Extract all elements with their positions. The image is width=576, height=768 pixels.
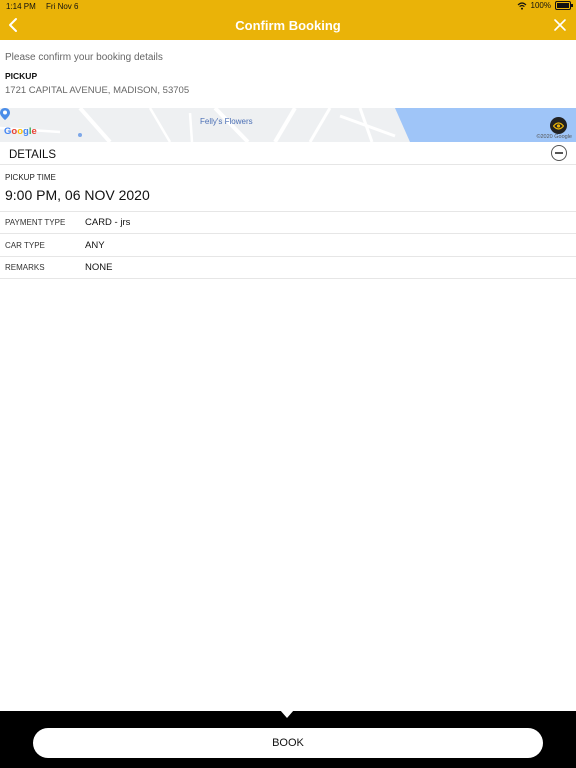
map-view[interactable]: Felly's Flowers Google ©2020 Google bbox=[0, 108, 576, 142]
divider bbox=[0, 256, 576, 257]
book-button[interactable]: BOOK bbox=[33, 728, 543, 758]
intro-text: Please confirm your booking details bbox=[5, 52, 163, 63]
google-logo: Google bbox=[4, 126, 37, 137]
eye-glyph bbox=[553, 121, 564, 130]
footer-notch bbox=[280, 710, 294, 718]
remarks-label: REMARKS bbox=[5, 263, 45, 272]
battery-icon bbox=[555, 1, 573, 10]
payment-type-value: CARD - jrs bbox=[85, 217, 131, 228]
battery-percentage: 100% bbox=[530, 1, 551, 10]
car-type-value: ANY bbox=[85, 240, 105, 251]
status-time: 1:14 PM bbox=[6, 2, 36, 11]
details-header[interactable]: DETAILS bbox=[0, 142, 576, 165]
status-bar: 1:14 PM Fri Nov 6 100% bbox=[0, 0, 576, 12]
remarks-value: NONE bbox=[85, 262, 113, 273]
details-title: DETAILS bbox=[9, 149, 57, 161]
divider bbox=[0, 233, 576, 234]
pickup-label: PICKUP bbox=[5, 71, 38, 81]
divider bbox=[0, 278, 576, 279]
wifi-icon bbox=[517, 1, 526, 10]
eye-icon[interactable] bbox=[550, 117, 567, 134]
status-right: 100% bbox=[517, 1, 573, 10]
header: 1:14 PM Fri Nov 6 100% Confirm Booking bbox=[0, 0, 576, 40]
map-copyright: ©2020 Google bbox=[536, 134, 572, 140]
pickup-time-value: 9:00 PM, 06 NOV 2020 bbox=[5, 187, 150, 203]
pickup-time-label: PICKUP TIME bbox=[5, 173, 56, 182]
status-left: 1:14 PM Fri Nov 6 bbox=[6, 2, 86, 11]
map-graphics bbox=[0, 108, 576, 142]
divider bbox=[0, 211, 576, 212]
payment-type-label: PAYMENT TYPE bbox=[5, 218, 66, 227]
pickup-address: 1721 CAPITAL AVENUE, MADISON, 53705 bbox=[5, 85, 190, 96]
status-date: Fri Nov 6 bbox=[46, 2, 79, 11]
car-type-label: CAR TYPE bbox=[5, 241, 45, 250]
page-title: Confirm Booking bbox=[235, 18, 341, 33]
map-pin-icon bbox=[0, 108, 10, 120]
map-poi-label: Felly's Flowers bbox=[200, 117, 253, 126]
collapse-icon[interactable] bbox=[551, 145, 567, 161]
close-icon[interactable] bbox=[552, 17, 568, 33]
